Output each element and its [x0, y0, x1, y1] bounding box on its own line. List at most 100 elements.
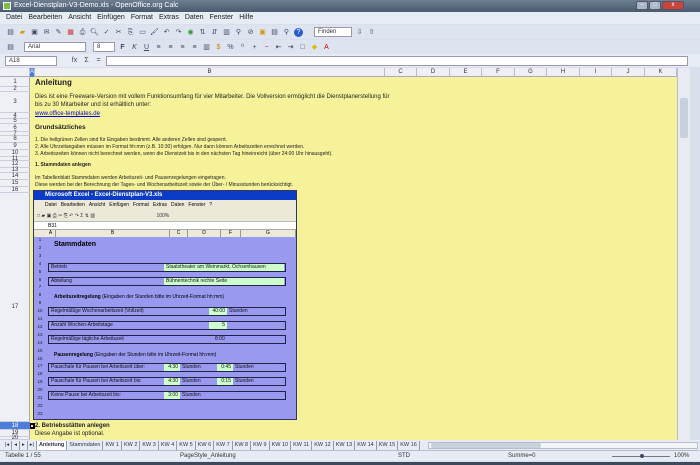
sheet-tab[interactable]: KW 3 — [140, 441, 158, 450]
percent-icon[interactable]: % — [226, 43, 235, 52]
currency-icon[interactable]: $ — [214, 43, 223, 52]
navigator-icon[interactable]: ⊘ — [246, 28, 255, 37]
tab-nav-last[interactable]: ▸| — [28, 441, 37, 450]
underline-icon[interactable]: U — [142, 43, 151, 52]
column-header-c[interactable]: C — [385, 68, 417, 77]
name-box[interactable]: A18 — [5, 56, 57, 66]
indent-decrease-icon[interactable]: ⇤ — [274, 43, 283, 52]
sheet-tab[interactable]: KW 2 — [122, 441, 140, 450]
chart-icon[interactable]: ▥ — [222, 28, 231, 37]
menu-ansicht[interactable]: Ansicht — [68, 12, 91, 24]
sheet-tab[interactable]: KW 11 — [291, 441, 312, 450]
sheet-tab[interactable]: KW 12 — [312, 441, 334, 450]
menu-bearbeiten[interactable]: Bearbeiten — [28, 12, 62, 24]
menu-format[interactable]: Format — [131, 12, 153, 24]
sheet-tab[interactable]: KW 10 — [270, 441, 292, 450]
italic-icon[interactable]: K — [130, 43, 139, 52]
align-right-icon[interactable]: ≡ — [178, 43, 187, 52]
align-center-icon[interactable]: ≡ — [166, 43, 175, 52]
column-header-j[interactable]: J — [612, 68, 645, 77]
paste-icon[interactable]: ▭ — [138, 28, 147, 37]
column-header-i[interactable]: I — [580, 68, 612, 77]
column-header-b[interactable]: B — [35, 68, 385, 77]
bold-icon[interactable]: F — [118, 43, 127, 52]
sheet-tab[interactable]: KW 16 — [398, 441, 420, 450]
sheet-tab[interactable]: KW 14 — [355, 441, 377, 450]
borders-icon[interactable]: □ — [298, 43, 307, 52]
column-header-d[interactable]: D — [417, 68, 450, 77]
zoom-slider-thumb[interactable] — [640, 454, 644, 458]
find-next-icon[interactable]: ⇩ — [355, 28, 364, 37]
menu-daten[interactable]: Daten — [185, 12, 204, 24]
align-left-icon[interactable]: ≡ — [154, 43, 163, 52]
tab-nav-prev[interactable]: ◂ — [12, 441, 20, 450]
sheet-tab[interactable]: KW 9 — [251, 441, 269, 450]
spellcheck-icon[interactable]: ✓ — [102, 28, 111, 37]
redo-icon[interactable]: ↷ — [174, 28, 183, 37]
menu-datei[interactable]: Datei — [6, 12, 22, 24]
row-header[interactable]: 17 — [0, 193, 30, 422]
close-button[interactable]: x — [662, 1, 684, 10]
zoom-slider[interactable] — [612, 456, 670, 457]
copy-icon[interactable]: ⎘ — [126, 28, 135, 37]
email-icon[interactable]: ✉ — [42, 28, 51, 37]
column-header-k[interactable]: K — [645, 68, 677, 77]
row-header[interactable]: 9 — [0, 143, 30, 150]
sheet-tab[interactable]: KW 7 — [214, 441, 232, 450]
justify-icon[interactable]: ≡ — [190, 43, 199, 52]
sheet-grid[interactable]: Anleitung Dies ist eine Freeware-Version… — [30, 77, 677, 440]
vertical-scrollbar[interactable] — [677, 68, 690, 440]
row-header[interactable]: 18 — [0, 422, 30, 430]
undo-icon[interactable]: ↶ — [162, 28, 171, 37]
row-header[interactable]: 8 — [0, 136, 30, 143]
column-header-h[interactable]: H — [547, 68, 580, 77]
help-icon[interactable]: ? — [294, 28, 303, 37]
hscroll-thumb[interactable] — [431, 443, 541, 448]
datasource-icon[interactable]: ▤ — [270, 28, 279, 37]
gallery-icon[interactable]: ▣ — [258, 28, 267, 37]
preview-icon[interactable]: 🔍︎ — [90, 28, 99, 37]
tab-nav-first[interactable]: |◂ — [3, 441, 12, 450]
sheet-tab[interactable]: KW 15 — [377, 441, 399, 450]
sum-icon[interactable]: Σ — [82, 56, 91, 65]
menu-hilfe[interactable]: Hilfe — [239, 12, 253, 24]
menu-einfuegen[interactable]: Einfügen — [97, 12, 125, 24]
background-color-icon[interactable]: ◆ — [310, 43, 319, 52]
column-header-e[interactable]: E — [450, 68, 482, 77]
new-icon[interactable]: ▤ — [6, 28, 15, 37]
remove-decimal-icon[interactable]: − — [262, 43, 271, 52]
column-header-g[interactable]: G — [515, 68, 547, 77]
minimize-button[interactable]: – — [636, 1, 648, 10]
font-color-icon[interactable]: A — [322, 43, 331, 52]
formula-icon[interactable]: = — [94, 56, 103, 65]
print-icon[interactable]: ⎙ — [78, 28, 87, 37]
open-icon[interactable]: ▰ — [18, 28, 27, 37]
tab-nav-next[interactable]: ▸ — [20, 441, 28, 450]
maximize-button[interactable]: □ — [649, 1, 661, 10]
styles-icon[interactable]: ▤ — [6, 43, 15, 52]
sort-desc-icon[interactable]: ⇵ — [210, 28, 219, 37]
sheet-tab[interactable]: KW 6 — [196, 441, 214, 450]
horizontal-scrollbar[interactable] — [428, 442, 698, 449]
sheet-tab[interactable]: Stammdaten — [67, 441, 103, 450]
sheet-tab[interactable]: KW 1 — [103, 441, 121, 450]
zoom-icon[interactable]: ⚲ — [282, 28, 291, 37]
select-all-corner[interactable] — [0, 68, 30, 77]
sheet-tab[interactable]: KW 8 — [233, 441, 251, 450]
sheet-tab[interactable]: Anleitung — [37, 441, 67, 450]
find-prev-icon[interactable]: ⇧ — [367, 28, 376, 37]
pdf-icon[interactable]: ▦ — [66, 28, 75, 37]
hyperlink-icon[interactable]: ◉ — [186, 28, 195, 37]
cut-icon[interactable]: ✂ — [114, 28, 123, 37]
merge-icon[interactable]: ▥ — [202, 43, 211, 52]
number-format-icon[interactable]: ⁰ — [238, 43, 247, 52]
font-name-select[interactable]: Arial — [24, 42, 86, 52]
function-wizard-icon[interactable]: fx — [70, 56, 79, 65]
menu-extras[interactable]: Extras — [159, 12, 179, 24]
website-link[interactable]: www.office-templates.de — [35, 111, 100, 117]
sheet-tab[interactable]: KW 4 — [159, 441, 177, 450]
formula-input[interactable] — [106, 56, 688, 66]
sheet-tab[interactable]: KW 13 — [334, 441, 356, 450]
indent-increase-icon[interactable]: ⇥ — [286, 43, 295, 52]
scroll-thumb[interactable] — [680, 98, 688, 138]
